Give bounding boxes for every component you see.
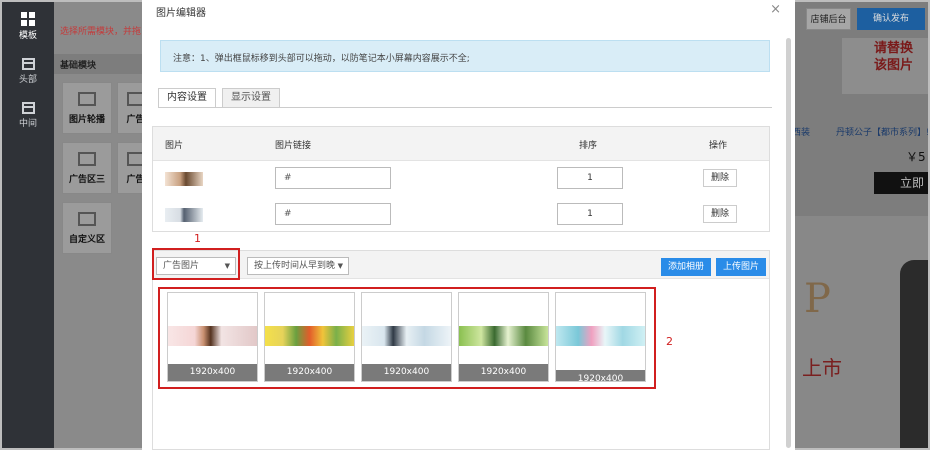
page-preview: 店铺后台 确认发布 请替换 该图片 西装 丹顿公子【都市系列】! ￥5 立即 P…: [782, 2, 928, 448]
sort-order-input[interactable]: 1: [557, 203, 623, 225]
module-panel: 选择所需模块，并拖 基础模块 图片轮播 广告 广告区三 广告 自定义区: [54, 2, 154, 448]
module-tip: 选择所需模块，并拖: [60, 27, 142, 37]
table-row: # 1 删除: [153, 163, 769, 199]
product-price: ￥5: [906, 150, 926, 164]
image-link-input[interactable]: #: [275, 167, 391, 189]
image-thumbnail: [165, 172, 203, 186]
caret-down-icon: ▼: [337, 262, 343, 270]
annotation-label-2: 2: [666, 335, 673, 348]
tab-divider: [158, 107, 772, 108]
module-tile-label: 自定义区: [68, 235, 105, 245]
banner-red-text: 上市: [802, 356, 842, 380]
image-thumbnail: [165, 208, 203, 222]
notice-banner: 注意：1、弹出框鼠标移到头部可以拖动，以防笔记本小屏幕内容展示不全;: [160, 40, 770, 72]
module-tile-ad-three[interactable]: 广告区三: [62, 142, 112, 194]
annotation-label-1: 1: [194, 232, 201, 245]
nav-item-label: 头部: [18, 75, 37, 85]
tab-content-settings[interactable]: 内容设置: [158, 88, 216, 108]
buy-button[interactable]: 立即: [874, 172, 928, 194]
column-header: 排序: [579, 141, 598, 151]
column-header: 操作: [709, 141, 728, 151]
confirm-publish-button[interactable]: 确认发布: [857, 8, 925, 30]
column-header: 图片: [165, 141, 184, 151]
library-toolbar: 广告图片 ▼ 按上传时间从早到晚 ▼ 添加相册 上传图片: [153, 251, 769, 279]
header-icon: [21, 58, 35, 70]
sort-order-input[interactable]: 1: [557, 167, 623, 189]
annotation-box-2: [158, 287, 656, 389]
tab-display-settings[interactable]: 显示设置: [222, 88, 280, 108]
promo-text-line-1: 请替换: [874, 41, 914, 56]
table-row: # 1 删除: [153, 199, 769, 235]
delete-button[interactable]: 删除: [703, 169, 737, 187]
module-tile-label: 图片轮播: [68, 115, 105, 125]
module-tile-carousel[interactable]: 图片轮播: [62, 82, 112, 134]
image-icon: [78, 92, 96, 106]
delete-button[interactable]: 删除: [703, 205, 737, 223]
left-nav: 模板 头部 中间: [2, 2, 54, 448]
columns-icon: [78, 152, 96, 166]
nav-item-middle[interactable]: 中间: [2, 102, 54, 129]
shop-backend-button[interactable]: 店铺后台: [806, 8, 851, 30]
sort-order-select[interactable]: 按上传时间从早到晚 ▼: [247, 257, 349, 275]
table-header: 图片 图片链接 排序 操作: [153, 127, 769, 161]
add-album-button[interactable]: 添加相册: [661, 258, 711, 276]
sort-order-select-value: 按上传时间从早到晚: [254, 261, 336, 271]
promo-text-line-2: 该图片: [874, 58, 914, 73]
image-table: 图片 图片链接 排序 操作 # 1 删除 # 1 删除: [152, 126, 770, 232]
product-name[interactable]: 丹顿公子【都市系列】!: [836, 125, 928, 138]
module-tile-custom[interactable]: 自定义区: [62, 202, 112, 254]
dialog-scrollbar[interactable]: [786, 38, 791, 448]
model-figure: [900, 260, 928, 448]
nav-item-template[interactable]: 模板: [2, 12, 54, 41]
module-tile-label: 广告区三: [68, 175, 105, 185]
nav-item-header[interactable]: 头部: [2, 58, 54, 85]
image-link-input[interactable]: #: [275, 203, 391, 225]
banner-image: P 上市: [782, 216, 928, 448]
upload-image-button[interactable]: 上传图片: [716, 258, 766, 276]
banner-letter: P: [804, 276, 831, 322]
nav-item-label: 模板: [18, 31, 37, 41]
middle-icon: [21, 102, 35, 114]
promo-text: 请替换 该图片: [874, 40, 913, 74]
nav-item-label: 中间: [18, 119, 37, 129]
module-section-title: 基础模块: [54, 54, 154, 74]
edit-icon: [78, 212, 96, 226]
close-icon[interactable]: ×: [770, 2, 781, 17]
grid-icon: [21, 12, 35, 26]
dialog-title[interactable]: 图片编辑器: [156, 4, 206, 19]
column-header: 图片链接: [275, 141, 312, 151]
annotation-box-1: [152, 248, 240, 280]
